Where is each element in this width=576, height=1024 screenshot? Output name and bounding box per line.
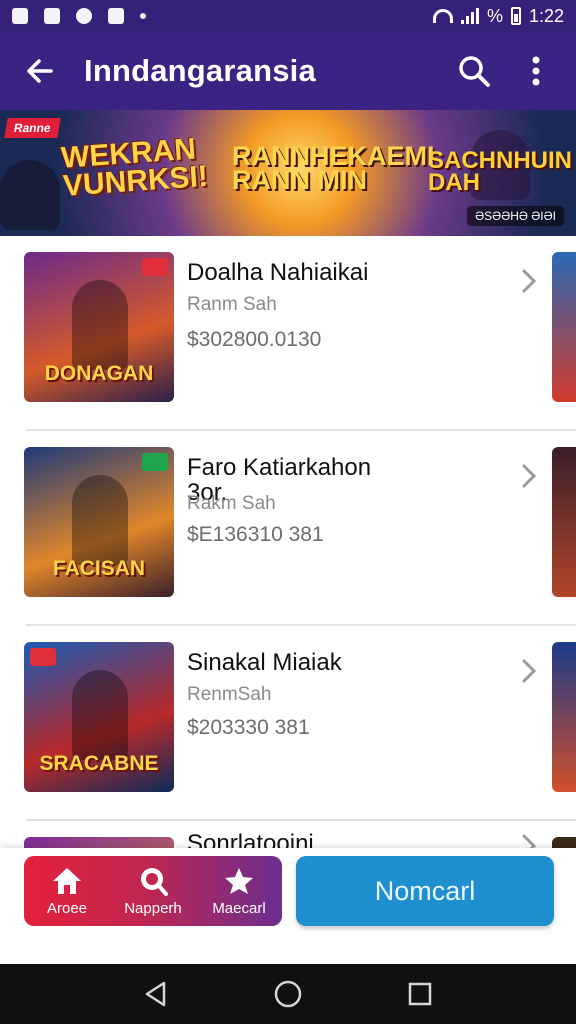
page-title: Inndangaransia	[84, 53, 316, 88]
tab-label: Aroee	[46, 899, 88, 917]
banner-hero-figure	[0, 160, 60, 230]
nav-recents-icon	[408, 982, 432, 1006]
game-list: DONAGAN Doalha Nahiaikai Ranm Sah $30280…	[0, 236, 576, 848]
tab-label: Maecarl	[212, 899, 266, 917]
store-icon	[108, 8, 124, 24]
item-price: $302800.0130	[187, 328, 322, 351]
item-thumbnail: SRACABNE	[24, 642, 174, 792]
more-vert-icon	[532, 56, 540, 86]
thumbnail-badge	[30, 648, 56, 666]
item-thumbnail: DONAGAN	[24, 252, 174, 402]
list-item[interactable]: FACISAN Faro Katiarkahon 3or. Rakm Sah $…	[0, 431, 576, 626]
dot-icon	[140, 13, 146, 19]
banner-tag: Ranne	[4, 118, 61, 138]
chevron-right-icon[interactable]	[514, 656, 544, 686]
list-item[interactable]: Sonrlatooini	[0, 821, 576, 848]
thumbnail-label: FACISAN	[52, 557, 146, 580]
list-item[interactable]: SRACABNE Sinakal Miaiak RenmSah $203330 …	[0, 626, 576, 821]
bottom-tab-group: Aroee Napperh Maecarl	[24, 856, 282, 926]
item-subtitle: RenmSah	[187, 684, 272, 705]
item-thumbnail	[24, 837, 174, 848]
banner-badge: ƏSƏƏHƏ ƏIƏI	[467, 206, 564, 226]
home-icon	[53, 867, 81, 894]
next-card-peek[interactable]	[552, 252, 576, 402]
list-item[interactable]: DONAGAN Doalha Nahiaikai Ranm Sah $30280…	[0, 236, 576, 431]
next-card-peek[interactable]	[552, 447, 576, 597]
thumbnail-hero-figure	[72, 670, 128, 760]
battery-text: %	[486, 5, 503, 26]
primary-action-button[interactable]: Nomcarl	[296, 856, 554, 926]
thumbnail-badge	[142, 258, 168, 276]
signal-icon	[460, 8, 479, 24]
search-button[interactable]	[452, 49, 496, 93]
thumbnail-badge	[142, 453, 168, 471]
thumbnail-hero-figure	[72, 280, 128, 370]
tab-label: Napperh	[124, 899, 182, 917]
next-card-peek[interactable]	[552, 837, 576, 848]
overflow-menu-button[interactable]	[514, 49, 558, 93]
chevron-right-icon[interactable]	[514, 831, 544, 848]
bug-icon	[44, 8, 60, 24]
bottom-action-bar: Aroee Napperh Maecarl Nomcarl	[0, 848, 576, 964]
thumbnail-label: DONAGAN	[44, 362, 154, 385]
chevron-right-icon[interactable]	[514, 266, 544, 296]
item-thumbnail: FACISAN	[24, 447, 174, 597]
search-icon	[459, 56, 490, 87]
nav-back-icon	[145, 981, 166, 1007]
status-time: 1:22	[528, 5, 564, 26]
banner-right-title: SACHNHUIN DAH	[428, 147, 572, 196]
thumbnail-label: SRACABNE	[39, 752, 159, 775]
status-bar: % 1:22	[0, 0, 576, 32]
next-card-peek[interactable]	[552, 642, 576, 792]
status-notification-icons	[12, 8, 146, 24]
chevron-right-icon[interactable]	[514, 461, 544, 491]
item-price: $E136310 381	[187, 523, 324, 546]
wifi-icon	[432, 9, 453, 23]
tab-favorites[interactable]: Maecarl	[196, 856, 282, 926]
battery-icon	[510, 7, 521, 25]
nav-home-button[interactable]	[268, 974, 308, 1014]
nav-back-button[interactable]	[136, 974, 176, 1014]
tab-search[interactable]: Napperh	[110, 856, 196, 926]
tab-home[interactable]: Aroee	[24, 856, 110, 926]
photo-icon	[12, 8, 28, 24]
system-nav-bar	[0, 964, 576, 1024]
item-title: Doalha Nahiaikai	[187, 259, 369, 286]
sync-icon	[76, 8, 92, 24]
banner-left-title: WEKRAN VUNRKSI!	[60, 132, 209, 203]
nav-home-icon	[274, 980, 302, 1008]
promo-banner[interactable]: Ranne WEKRAN VUNRKSI! RANNHEKAEMI RANN M…	[0, 110, 576, 236]
status-system-icons: % 1:22	[432, 5, 564, 27]
app-bar: Inndangaransia	[0, 32, 576, 110]
item-title: Sonrlatooini	[187, 830, 314, 848]
item-subtitle: Rakm Sah	[187, 493, 276, 514]
item-title: Sinakal Miaiak	[187, 649, 342, 676]
arrow-left-icon	[27, 59, 53, 83]
banner-mid-title: RANNHEKAEMI RANN MIN	[232, 141, 435, 195]
item-price: $203330 381	[187, 716, 310, 739]
star-icon	[225, 867, 253, 894]
item-subtitle: Ranm Sah	[187, 294, 277, 315]
nav-recents-button[interactable]	[400, 974, 440, 1014]
back-button[interactable]	[10, 41, 70, 101]
thumbnail-hero-figure	[72, 475, 128, 565]
search-icon	[141, 867, 168, 896]
